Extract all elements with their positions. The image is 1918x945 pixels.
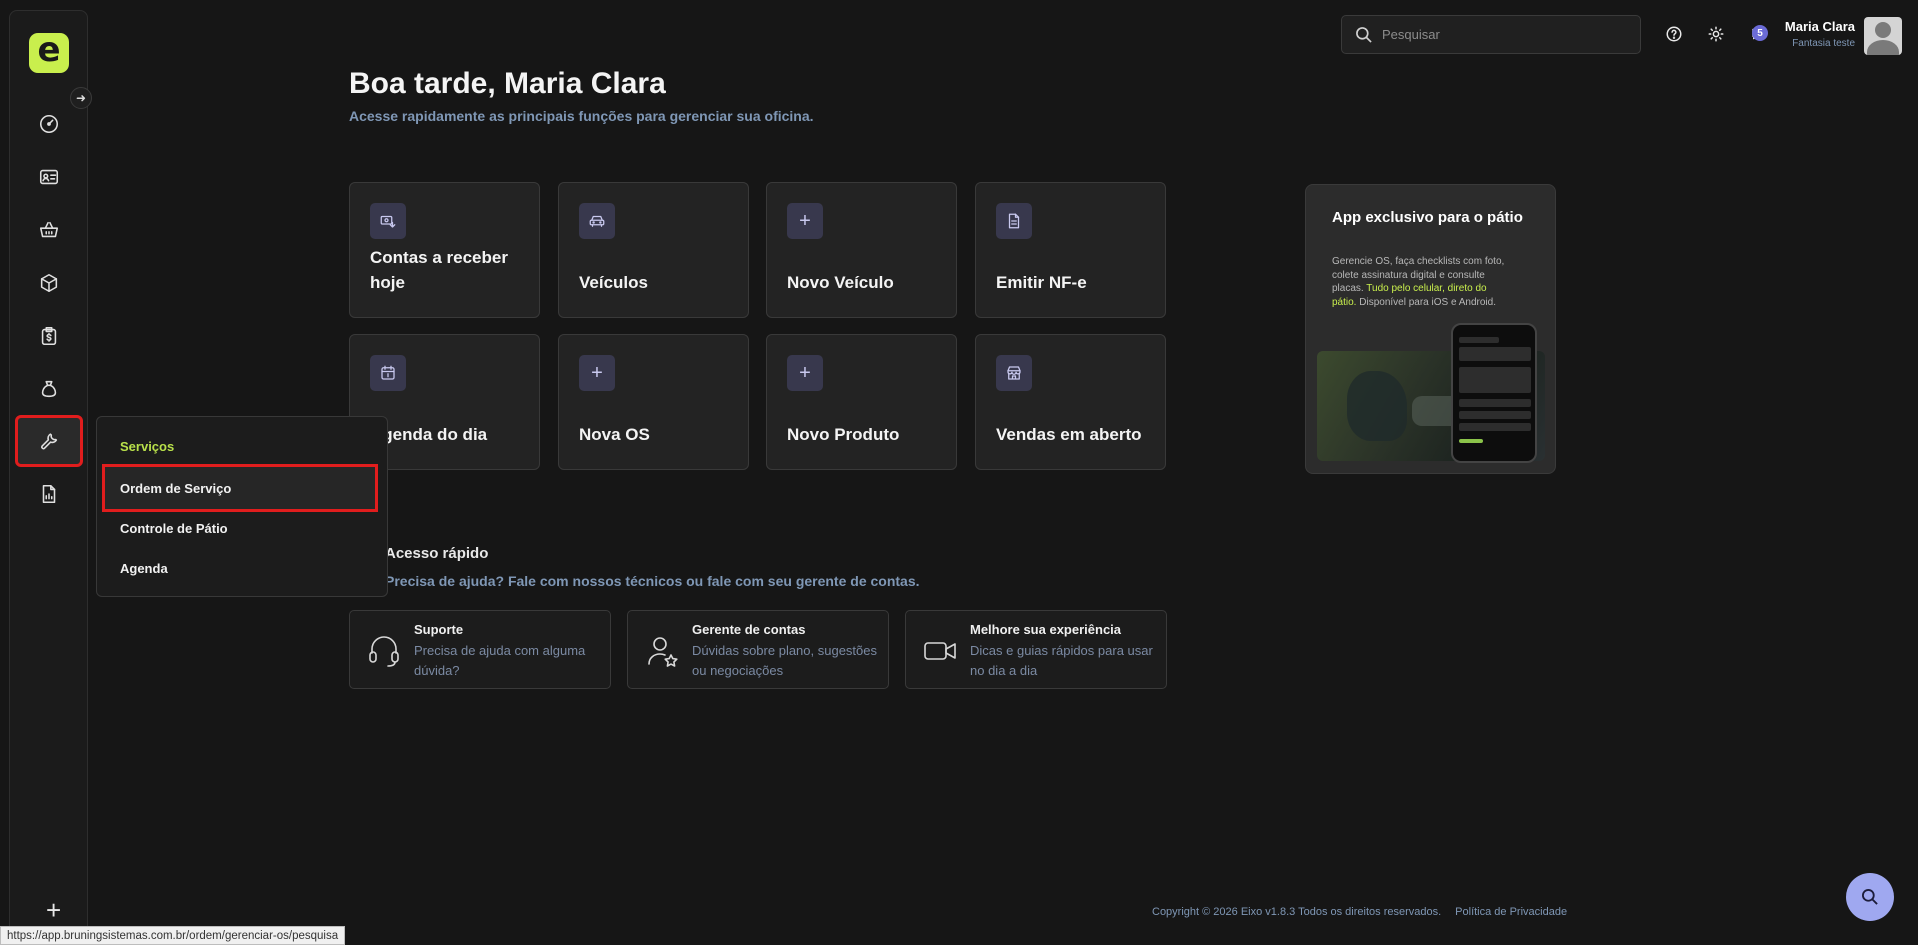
sidebar-item-vendas[interactable] xyxy=(17,206,81,254)
card-label: Novo Veículo xyxy=(787,273,894,292)
experience-card[interactable]: Melhore sua experiência Dicas e guias rá… xyxy=(905,610,1167,689)
promo-description: Gerencie OS, faça checklists com foto, c… xyxy=(1332,256,1505,308)
card-emitir-nfe[interactable]: Emitir NF-e xyxy=(975,182,1166,318)
floating-search-button[interactable] xyxy=(1846,873,1894,921)
theme-toggle-button[interactable] xyxy=(1704,22,1728,46)
arrow-right-icon: ➜ xyxy=(75,91,87,105)
search-bar[interactable] xyxy=(1341,15,1641,54)
browser-status-bar: https://app.bruningsistemas.com.br/ordem… xyxy=(0,926,346,945)
sidebar-item-dashboard[interactable] xyxy=(17,100,81,148)
sidebar-item-clientes[interactable] xyxy=(17,153,81,201)
notification-badge: 5 xyxy=(1752,25,1768,41)
wrench-icon xyxy=(41,433,58,450)
support-card-desc: Precisa de ajuda com alguma dúvida? xyxy=(414,643,586,678)
page-title: Boa tarde, Maria Clara xyxy=(349,67,666,100)
card-label: Contas a receber hoje xyxy=(370,248,508,292)
card-label: Vendas em aberto xyxy=(996,425,1142,444)
card-label: Nova OS xyxy=(579,425,650,444)
phone-mockup xyxy=(1451,323,1537,463)
clipboard-dollar-icon xyxy=(41,326,57,346)
money-receive-icon xyxy=(370,203,406,239)
video-camera-icon xyxy=(924,642,956,660)
menu-item-agenda[interactable]: Agenda xyxy=(105,547,375,589)
quick-access-subtitle: Precisa de ajuda? Fale com nossos técnic… xyxy=(385,573,920,589)
sidebar-item-relatorios[interactable] xyxy=(17,470,81,518)
menu-item-ordem-servico[interactable]: Ordem de Serviço xyxy=(102,464,378,512)
calendar-icon xyxy=(370,355,406,391)
footer: Copyright © 2026 Eixo v1.8.3 Todos os di… xyxy=(1152,906,1567,918)
card-label: Agenda do dia xyxy=(370,425,488,444)
account-manager-card[interactable]: Gerente de contas Dúvidas sobre plano, s… xyxy=(627,610,889,689)
app-logo[interactable]: e xyxy=(29,33,69,73)
document-icon xyxy=(996,203,1032,239)
quick-access-title: Acesso rápido xyxy=(385,545,489,562)
account-manager-card-title: Gerente de contas xyxy=(692,622,806,637)
add-button[interactable]: + xyxy=(46,897,61,923)
sidebar-item-financeiro[interactable] xyxy=(17,312,81,360)
help-icon xyxy=(1666,26,1682,42)
report-chart-icon xyxy=(42,484,56,504)
logo-letter: e xyxy=(37,30,61,70)
box-icon xyxy=(40,273,58,293)
user-name[interactable]: Maria Clara xyxy=(1785,19,1855,34)
sun-icon xyxy=(1708,26,1724,42)
help-button[interactable] xyxy=(1662,22,1686,46)
services-flyout-menu: Serviços Ordem de Serviço Controle de Pá… xyxy=(96,416,388,597)
account-manager-card-desc: Dúvidas sobre plano, sugestões ou negoci… xyxy=(692,643,878,678)
sidebar-collapse-button[interactable]: ➜ xyxy=(70,87,92,109)
privacy-link[interactable]: Política de Privacidade xyxy=(1455,906,1567,918)
plus-icon: + xyxy=(579,355,615,391)
sidebar-item-servicos[interactable] xyxy=(15,415,83,467)
app-promo-banner[interactable]: App exclusivo para o pátio Gerencie OS, … xyxy=(1305,184,1556,474)
money-bag-icon xyxy=(41,380,57,398)
avatar[interactable] xyxy=(1864,17,1902,55)
basket-icon xyxy=(39,221,59,238)
card-nova-os[interactable]: + Nova OS xyxy=(558,334,749,470)
card-veiculos[interactable]: Veículos xyxy=(558,182,749,318)
user-star-icon xyxy=(648,637,678,667)
card-vendas-aberto[interactable]: Vendas em aberto xyxy=(975,334,1166,470)
card-label: Emitir NF-e xyxy=(996,273,1087,292)
store-icon xyxy=(996,355,1032,391)
sidebar-item-caixa[interactable] xyxy=(17,365,81,413)
car-icon xyxy=(579,203,615,239)
search-icon xyxy=(1356,27,1372,43)
search-icon xyxy=(1862,889,1878,905)
card-contas-receber[interactable]: Contas a receber hoje xyxy=(349,182,540,318)
id-card-icon xyxy=(39,169,59,185)
support-card[interactable]: Suporte Precisa de ajuda com alguma dúvi… xyxy=(349,610,611,689)
search-input[interactable] xyxy=(1382,16,1632,53)
support-card-title: Suporte xyxy=(414,622,464,637)
card-novo-veiculo[interactable]: + Novo Veículo xyxy=(766,182,957,318)
card-label: Novo Produto xyxy=(787,425,900,444)
sidebar-item-produtos[interactable] xyxy=(17,259,81,307)
experience-card-desc: Dicas e guias rápidos para usar no dia a… xyxy=(970,643,1153,678)
plus-icon: + xyxy=(787,203,823,239)
menu-item-controle-patio[interactable]: Controle de Pátio xyxy=(105,507,375,549)
copyright-text: Copyright © 2026 Eixo v1.8.3 Todos os di… xyxy=(1152,906,1442,918)
experience-card-title: Melhore sua experiência xyxy=(970,622,1122,637)
promo-title: App exclusivo para o pátio xyxy=(1332,209,1523,226)
speedometer-icon xyxy=(39,114,59,134)
sidebar: e + xyxy=(9,10,88,934)
headset-icon xyxy=(369,636,399,667)
page-subtitle: Acesse rapidamente as principais funções… xyxy=(349,108,814,124)
card-novo-produto[interactable]: + Novo Produto xyxy=(766,334,957,470)
plus-icon: + xyxy=(787,355,823,391)
user-company: Fantasia teste xyxy=(1792,38,1855,49)
card-label: Veículos xyxy=(579,273,648,292)
flyout-title: Serviços xyxy=(120,439,175,454)
